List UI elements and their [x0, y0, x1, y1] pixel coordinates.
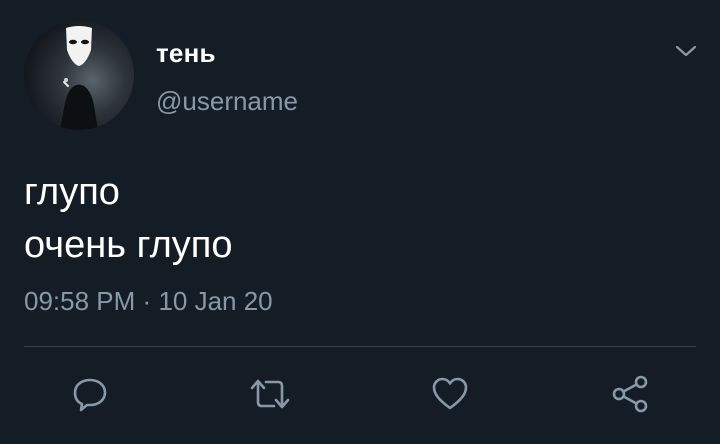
reply-button[interactable] [68, 372, 112, 416]
chevron-down-icon[interactable] [674, 42, 698, 60]
share-icon [612, 375, 648, 413]
tweet-text: глупо очень глупо [24, 166, 232, 272]
tweet-time[interactable]: 09:58 PM [24, 286, 135, 316]
heart-icon [432, 377, 468, 410]
share-button[interactable] [608, 372, 652, 416]
avatar[interactable] [24, 20, 134, 130]
tweet-text-line: очень глупо [24, 224, 233, 266]
tweet-card: тень @username глупо очень глупо 09:58 P… [0, 0, 720, 444]
username[interactable]: @username [156, 86, 298, 117]
retweet-button[interactable] [248, 372, 292, 416]
retweet-icon [250, 379, 290, 409]
meta-separator: · [142, 286, 152, 316]
tweet-text-line: глупо [24, 171, 120, 213]
comment-icon [73, 378, 107, 412]
tweet-meta: 09:58 PM · 10 Jan 20 [24, 286, 273, 317]
display-name[interactable]: тень [156, 38, 216, 69]
avatar-image [60, 26, 98, 130]
like-button[interactable] [428, 372, 472, 416]
tweet-date[interactable]: 10 Jan 20 [158, 286, 272, 316]
divider [24, 346, 696, 347]
